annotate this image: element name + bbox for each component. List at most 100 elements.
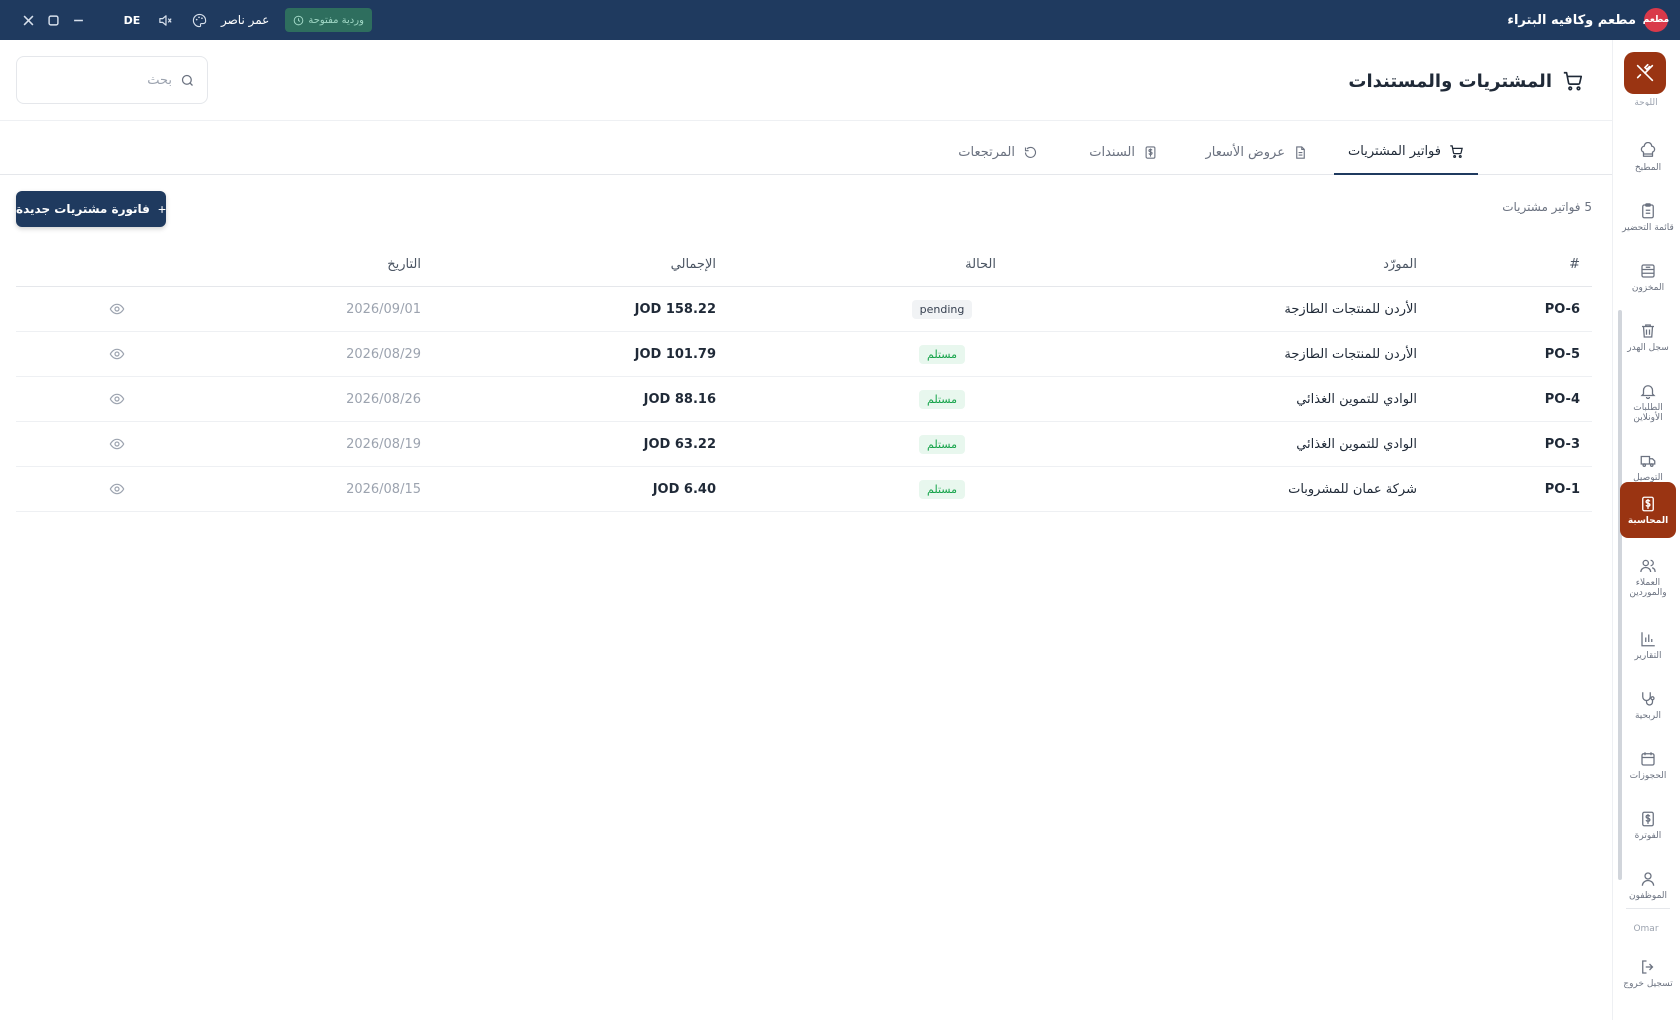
view-button[interactable] <box>102 422 132 466</box>
sidebar-item-label: التقارير <box>1634 650 1662 661</box>
inventory-icon <box>1641 263 1655 278</box>
sidebar: اللوحة المطبخ قائمة التحضير المخزون سجل … <box>1612 40 1680 1020</box>
search-box[interactable] <box>16 56 208 104</box>
theme-button[interactable] <box>187 8 211 32</box>
new-purchase-invoice-button[interactable]: فاتورة مشتريات جديدة <box>16 191 166 227</box>
page-title-text: المشتريات والمستندات <box>1348 70 1552 92</box>
table-row[interactable]: PO-3 الوادي للتموين الغذائي مستلم JOD 63… <box>16 422 1592 467</box>
tab-price-quotes[interactable]: عروض الأسعار <box>1192 130 1323 175</box>
supplier-name: الأردن للمنتجات الطازجة <box>1284 346 1417 362</box>
column-header-status: الحالة <box>965 257 996 272</box>
document-icon <box>1296 146 1305 159</box>
logout-label: تسجيل خروج <box>1623 979 1673 989</box>
mute-button[interactable] <box>153 8 177 32</box>
search-icon <box>181 74 193 86</box>
sidebar-divider <box>1626 908 1670 909</box>
column-header-number: # <box>1569 257 1580 272</box>
invoice-date: 2026/08/19 <box>346 436 421 452</box>
sidebar-item-accounting[interactable]: المحاسبة <box>1620 482 1676 538</box>
page-header: المشتريات والمستندات <box>0 40 1612 121</box>
title-bar: مطعم مطعم وكافيه البتراء DE عمر ناصر ورد… <box>0 0 1680 40</box>
invoice-number: PO-6 <box>1544 301 1580 317</box>
table-row[interactable]: PO-4 الوادي للتموين الغذائي مستلم JOD 88… <box>16 377 1592 422</box>
status-cell: pending <box>892 287 992 331</box>
view-button[interactable] <box>102 377 132 421</box>
bell-icon <box>1640 384 1656 399</box>
language-switch[interactable]: DE <box>121 14 143 27</box>
current-user[interactable]: عمر ناصر <box>221 13 269 27</box>
eye-icon <box>109 438 125 450</box>
utensils-crossed-icon <box>1636 63 1654 82</box>
sidebar-item-prep-list[interactable]: قائمة التحضير <box>1620 190 1676 244</box>
sidebar-item-reservations[interactable]: الحجوزات <box>1620 738 1676 792</box>
sidebar-item-customers-suppliers[interactable]: العملاء والموردين <box>1620 545 1676 609</box>
app-logo: مطعم <box>1643 8 1669 32</box>
invoice-date: 2026/08/15 <box>346 481 421 497</box>
sidebar-item-label: التوصيل <box>1633 472 1663 483</box>
search-input[interactable] <box>29 72 172 88</box>
view-button[interactable] <box>102 287 132 331</box>
sidebar-item-label: قائمة التحضير <box>1622 222 1674 233</box>
users-icon <box>1640 559 1656 572</box>
close-window-button[interactable] <box>16 8 40 32</box>
table-row[interactable]: PO-5 الأردن للمنتجات الطازجة مستلم JOD 1… <box>16 332 1592 377</box>
logout-icon <box>1642 960 1654 974</box>
palette-icon <box>192 13 206 27</box>
sidebar-item-kitchen[interactable]: المطبخ <box>1620 130 1676 184</box>
page-title: المشتريات والمستندات <box>1348 70 1584 92</box>
tab-returns[interactable]: المرتجعات <box>944 130 1052 175</box>
sidebar-item-dashboard-partial[interactable]: اللوحة <box>1622 98 1670 106</box>
invoice-date: 2026/08/29 <box>346 346 421 362</box>
speaker-mute-icon <box>158 14 172 26</box>
supplier-name: الوادي للتموين الغذائي <box>1296 436 1417 452</box>
plus-icon <box>158 205 166 213</box>
sidebar-item-inventory[interactable]: المخزون <box>1620 250 1676 304</box>
column-header-total: الإجمالي <box>670 257 716 272</box>
invoice-total: JOD 63.22 <box>643 436 716 452</box>
sidebar-item-label: المخزون <box>1631 282 1665 293</box>
sidebar-item-employees[interactable]: الموظفون <box>1620 858 1676 912</box>
sidebar-item-online-orders[interactable]: الطلبات الأونلاين <box>1620 370 1676 434</box>
eye-icon <box>109 348 125 360</box>
sidebar-item-label: سجل الهدر <box>1627 342 1669 353</box>
table-row[interactable]: PO-6 الأردن للمنتجات الطازجة pending JOD… <box>16 287 1592 332</box>
status-cell: مستلم <box>892 422 992 466</box>
tab-vouchers[interactable]: السندات <box>1075 130 1172 175</box>
supplier-name: الوادي للتموين الغذائي <box>1296 391 1417 407</box>
sidebar-item-reports[interactable]: التقارير <box>1620 618 1676 672</box>
calendar-icon <box>1641 751 1655 766</box>
sidebar-item-profitability[interactable]: الربحية <box>1620 678 1676 732</box>
status-badge: مستلم <box>919 344 965 364</box>
sidebar-item-label: المحاسبة <box>1627 515 1669 526</box>
shift-status-badge[interactable]: وردية مفتوحة <box>285 8 372 32</box>
logout-button[interactable]: تسجيل خروج <box>1620 958 1676 989</box>
invoice-number: PO-1 <box>1544 481 1580 497</box>
bar-chart-icon <box>1641 631 1655 646</box>
sidebar-item-waste-log[interactable]: سجل الهدر <box>1620 310 1676 364</box>
table-row[interactable]: PO-1 شركة عمان للمشروبات مستلم JOD 6.40 … <box>16 467 1592 512</box>
view-button[interactable] <box>102 467 132 511</box>
receipt-icon <box>1145 146 1156 159</box>
minimize-window-button[interactable] <box>66 8 90 32</box>
view-button[interactable] <box>102 332 132 376</box>
clock-icon <box>294 15 304 25</box>
trash-icon <box>1642 323 1654 338</box>
close-icon <box>23 15 33 25</box>
tab-label: السندات <box>1089 145 1135 160</box>
stethoscope-icon <box>1642 691 1655 706</box>
sidebar-item-label: الربحية <box>1634 710 1662 721</box>
shift-status-label: وردية مفتوحة <box>308 14 364 26</box>
sidebar-item-billing[interactable]: الفوترة <box>1620 798 1676 852</box>
tab-purchase-invoices[interactable]: فواتير المشتريات <box>1334 130 1478 175</box>
invoice-icon <box>1642 811 1654 826</box>
invoice-date: 2026/08/26 <box>346 391 421 407</box>
restaurant-brand-button[interactable] <box>1624 52 1666 94</box>
purchase-invoices-table: # المورّد الحالة الإجمالي التاريخ PO-6 ا… <box>16 243 1592 512</box>
invoice-number: PO-4 <box>1544 391 1580 407</box>
tab-label: فواتير المشتريات <box>1348 144 1441 159</box>
user-icon <box>1641 871 1655 886</box>
sidebar-item-label: العملاء والموردين <box>1629 577 1667 598</box>
maximize-window-button[interactable] <box>41 8 65 32</box>
sidebar-item-label: الحجوزات <box>1629 770 1667 781</box>
invoice-number: PO-5 <box>1544 346 1580 362</box>
